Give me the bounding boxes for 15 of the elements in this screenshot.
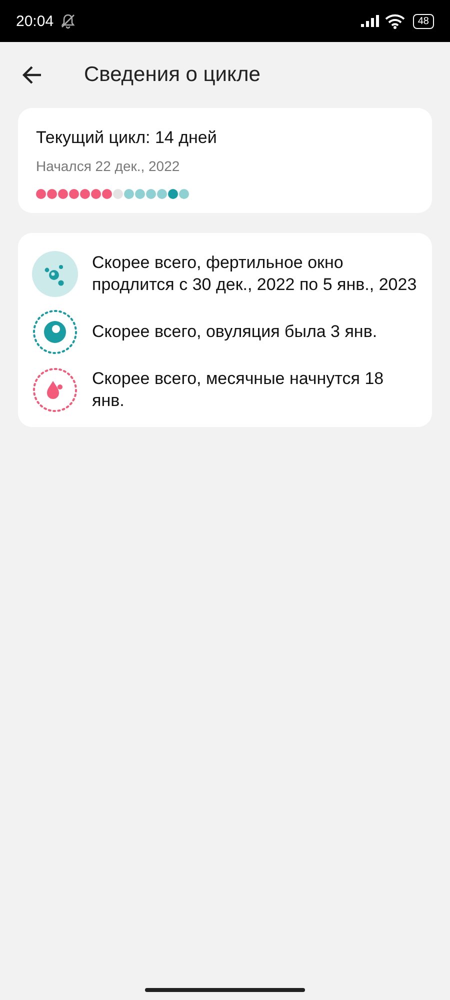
screen-title: Сведения о цикле <box>84 63 260 87</box>
back-arrow-icon[interactable] <box>22 65 42 85</box>
prediction-text: Скорее всего, фертильное окно продлится с 30 дек., 2022 по 5 янв., 2023 <box>92 252 418 296</box>
wifi-icon <box>384 14 405 28</box>
cycle-start-date: Начался 22 дек., 2022 <box>36 158 181 174</box>
fertile-window-icon <box>32 251 78 297</box>
status-time: 20:04 <box>16 12 54 30</box>
prediction-text: Скорее всего, овуляция была 3 янв. <box>92 321 378 343</box>
prediction-text: Скорее всего, месячные начнутся 18 янв. <box>92 368 385 412</box>
battery-indicator: 48 <box>412 14 434 28</box>
ovulation-icon <box>32 309 78 355</box>
signal-icon <box>360 15 379 27</box>
period-drop-icon <box>32 367 78 413</box>
muted-bell-icon <box>60 13 76 29</box>
cycle-title: Текущий цикл: 14 дней <box>36 128 218 148</box>
